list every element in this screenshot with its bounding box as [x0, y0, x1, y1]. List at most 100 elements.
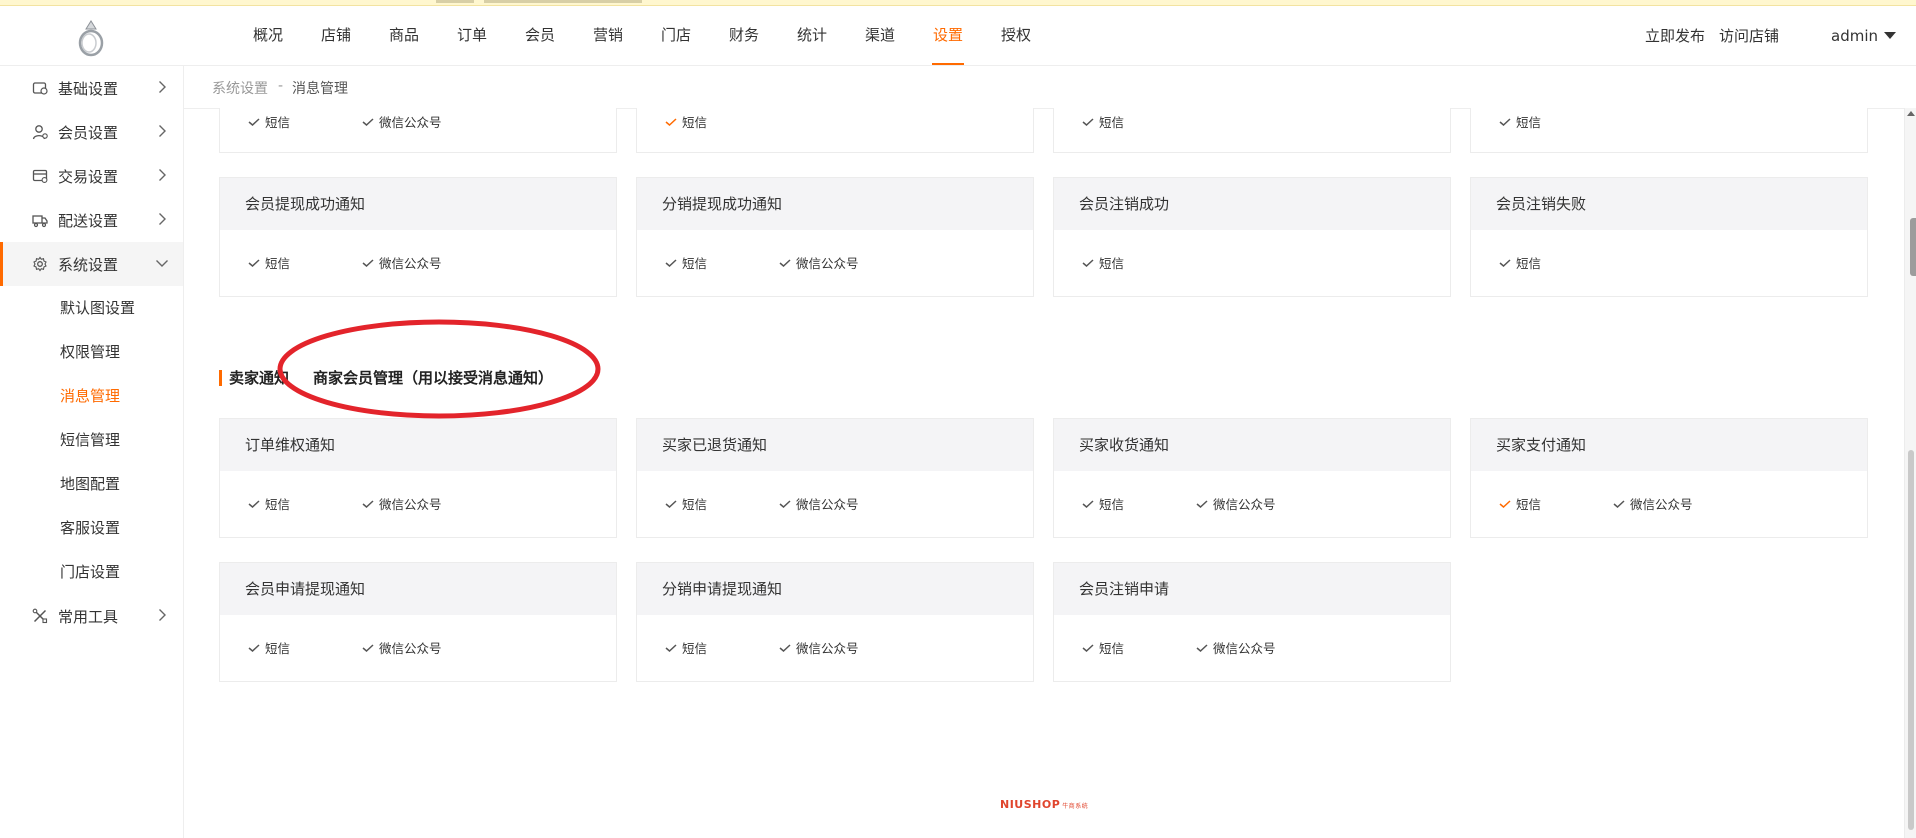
sidebar-item[interactable]: 交易设置 [0, 154, 183, 198]
publish-link[interactable]: 立即发布 [1645, 25, 1705, 46]
nav-item[interactable]: 概况 [234, 6, 302, 65]
check-icon [665, 117, 677, 126]
chevron-down-icon [156, 260, 168, 267]
sidebar-subitem[interactable]: 消息管理 [0, 374, 183, 418]
nav-item[interactable]: 订单 [438, 6, 506, 65]
nav-item[interactable]: 店铺 [302, 6, 370, 65]
notify-option[interactable]: 短信 [665, 112, 707, 131]
option-label: 短信 [682, 641, 708, 656]
option-label: 短信 [265, 497, 291, 512]
notify-card-title: 会员提现成功通知 [220, 178, 616, 230]
footer-brand: NIUSHOP 牛商系统 [1000, 798, 1088, 811]
nav-item[interactable]: 营销 [574, 6, 642, 65]
sidebar-subitem[interactable]: 客服设置 [0, 506, 183, 550]
nav-item[interactable]: 授权 [982, 6, 1050, 65]
notify-option[interactable]: 短信 [665, 253, 707, 272]
nav-item[interactable]: 商品 [370, 6, 438, 65]
section-accent-bar [219, 369, 222, 386]
breadcrumb-parent[interactable]: 系统设置 [212, 78, 268, 98]
sidebar-item[interactable]: 常用工具 [0, 594, 183, 638]
notify-option[interactable]: 微信公众号 [362, 112, 442, 131]
check-icon [362, 117, 374, 126]
notify-option[interactable]: 微信公众号 [779, 494, 859, 513]
nav-item[interactable]: 设置 [914, 6, 982, 65]
sidebar-item[interactable]: 系统设置 [0, 242, 183, 286]
notify-card-title: 买家收货通知 [1054, 419, 1450, 471]
notify-option[interactable]: 短信 [1082, 112, 1124, 131]
notify-option[interactable]: 短信 [1082, 638, 1124, 657]
notify-option[interactable]: 短信 [665, 494, 707, 513]
chevron-right-icon [159, 169, 166, 181]
trade-icon [32, 169, 48, 183]
option-label: 短信 [1516, 256, 1542, 271]
scroll-up-icon[interactable] [1907, 111, 1915, 116]
admin-menu[interactable]: admin [1831, 27, 1896, 45]
gear-icon [33, 256, 47, 272]
option-label: 微信公众号 [1630, 497, 1693, 512]
notify-option[interactable]: 微信公众号 [1613, 494, 1693, 513]
notify-option[interactable]: 微信公众号 [779, 253, 859, 272]
check-icon [1082, 499, 1094, 508]
option-label: 短信 [1099, 497, 1125, 512]
sidebar-item-label: 基础设置 [58, 79, 119, 98]
notify-option[interactable]: 短信 [248, 494, 290, 513]
sidebar-item[interactable]: 会员设置 [0, 110, 183, 154]
notify-card: 会员申请提现通知短信 微信公众号 [219, 562, 617, 682]
footer-brand-name: NIUSHOP [1000, 798, 1061, 811]
notify-option[interactable]: 短信 [1499, 494, 1541, 513]
nav-item[interactable]: 统计 [778, 6, 846, 65]
option-label: 微信公众号 [379, 641, 442, 656]
nav-item[interactable]: 会员 [506, 6, 574, 65]
option-label: 短信 [682, 115, 708, 130]
option-label: 微信公众号 [796, 497, 859, 512]
ring-logo-icon[interactable] [74, 16, 108, 58]
breadcrumb-current: 消息管理 [292, 81, 348, 97]
check-icon [1499, 117, 1511, 126]
option-label: 短信 [1099, 115, 1125, 130]
notify-card-title: 订单维权通知 [220, 419, 616, 471]
notify-option[interactable]: 短信 [665, 638, 707, 657]
sidebar-item[interactable]: 配送设置 [0, 198, 183, 242]
seller-section-label: 卖家通知 [229, 369, 290, 387]
option-label: 短信 [265, 256, 291, 271]
notify-option[interactable]: 微信公众号 [362, 494, 442, 513]
option-label: 微信公众号 [1213, 641, 1276, 656]
notify-option[interactable]: 短信 [1499, 253, 1541, 272]
chevron-right-icon [159, 81, 166, 93]
sidebar-subitem[interactable]: 地图配置 [0, 462, 183, 506]
notify-option[interactable]: 短信 [248, 112, 290, 131]
check-icon [1082, 117, 1094, 126]
notify-option[interactable]: 微信公众号 [1196, 638, 1276, 657]
check-icon [779, 499, 791, 508]
notify-option[interactable]: 短信 [1499, 112, 1541, 131]
option-label: 短信 [1099, 641, 1125, 656]
sidebar-item[interactable]: 基础设置 [0, 66, 183, 110]
notify-option[interactable]: 微信公众号 [779, 638, 859, 657]
notify-card: 会员注销申请 短信 微信公众号 [1053, 562, 1451, 682]
nav-item[interactable]: 门店 [642, 6, 710, 65]
notify-option[interactable]: 微信公众号 [362, 638, 442, 657]
check-icon [248, 499, 260, 508]
sidebar-subitem[interactable]: 默认图设置 [0, 286, 183, 330]
notify-option[interactable]: 微信公众号 [362, 253, 442, 272]
nav-item[interactable]: 渠道 [846, 6, 914, 65]
notify-option[interactable]: 短信 [248, 638, 290, 657]
nav-item[interactable]: 财务 [710, 6, 778, 65]
visit-store-link[interactable]: 访问店铺 [1719, 25, 1779, 46]
notify-card: 会员提现成功通知短信 微信公众号 [219, 177, 617, 297]
notify-card: 买家收货通知短信 微信公众号 [1053, 418, 1451, 538]
option-label: 短信 [682, 256, 708, 271]
notify-option[interactable]: 短信 [248, 253, 290, 272]
sidebar-subitem[interactable]: 权限管理 [0, 330, 183, 374]
notify-card-title: 会员申请提现通知 [220, 563, 616, 615]
seller-member-manage-link[interactable]: 商家会员管理（用以接受消息通知） [313, 367, 553, 388]
strip-tab [484, 0, 642, 3]
notify-option[interactable]: 短信 [1082, 253, 1124, 272]
sidebar-subitem[interactable]: 门店设置 [0, 550, 183, 594]
notify-option[interactable]: 微信公众号 [1196, 494, 1276, 513]
footer-tagline: 牛商系统 [1062, 803, 1089, 810]
sidebar-subitem[interactable]: 短信管理 [0, 418, 183, 462]
notify-option[interactable]: 短信 [1082, 494, 1124, 513]
side-drawer-handle[interactable] [1910, 218, 1916, 276]
scroll-thumb[interactable] [1908, 450, 1914, 830]
